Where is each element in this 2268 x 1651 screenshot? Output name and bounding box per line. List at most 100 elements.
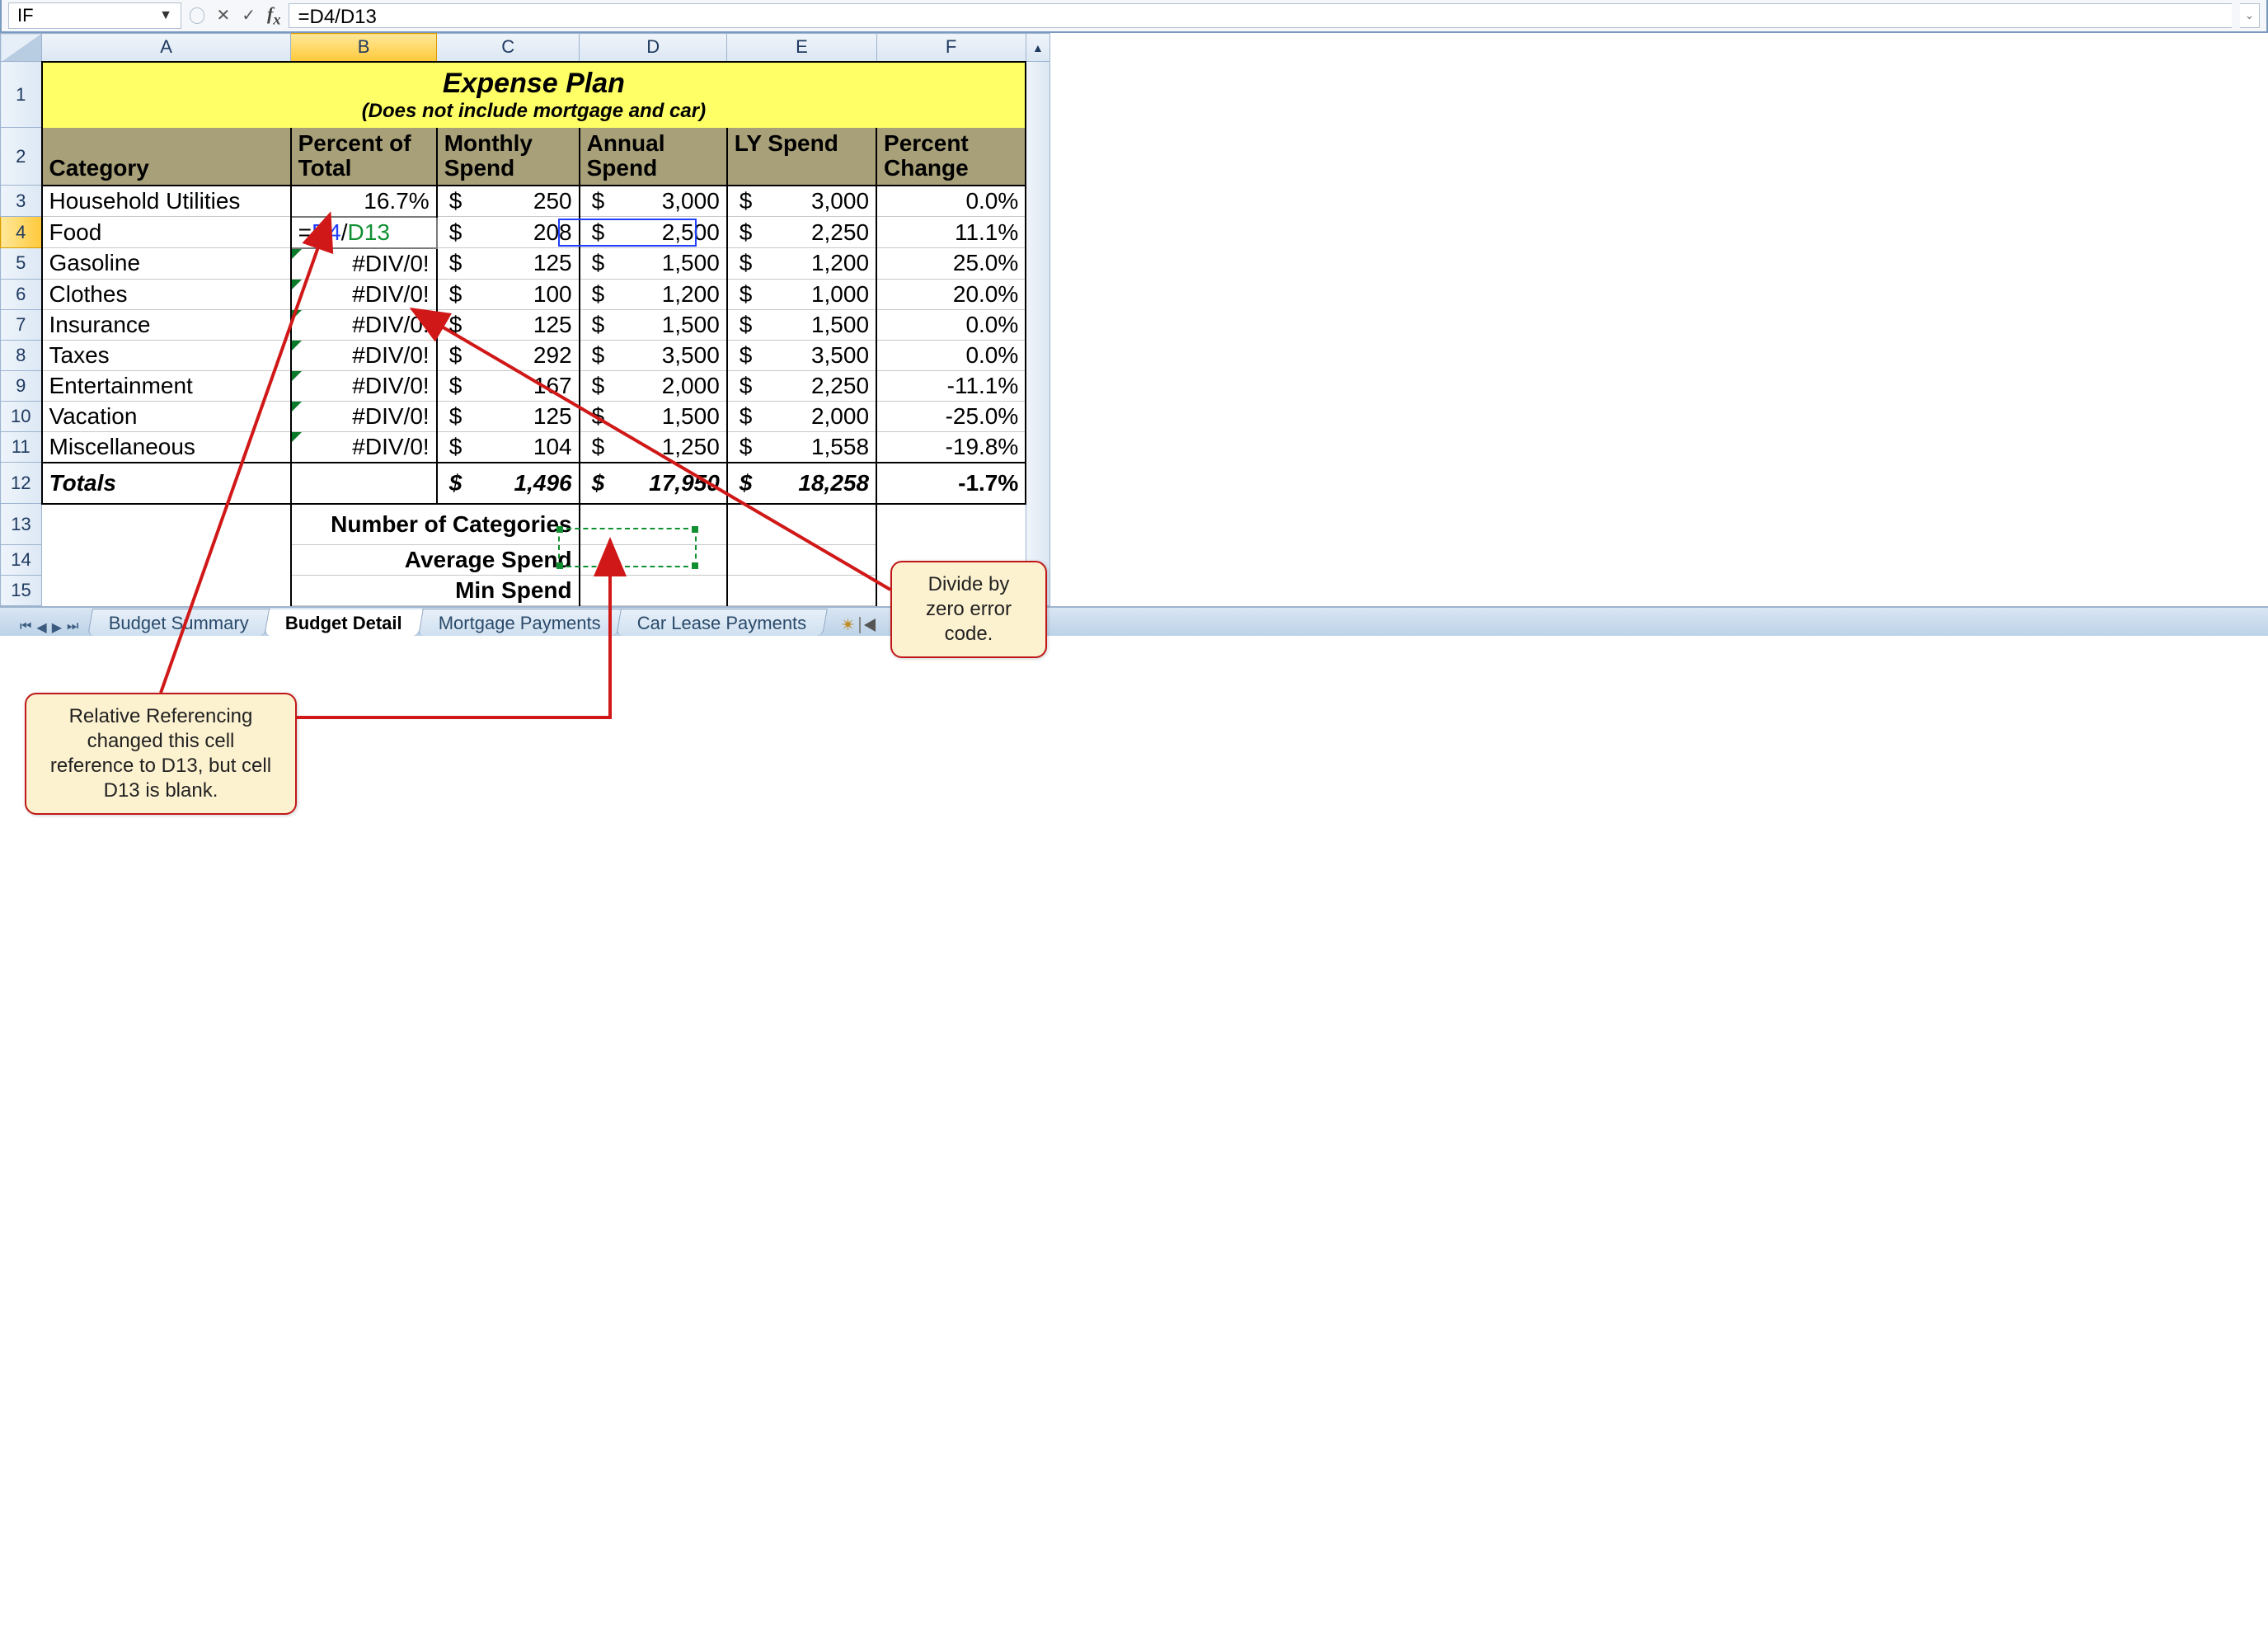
col-header-C[interactable]: C — [437, 34, 580, 62]
row-header-9[interactable]: 9 — [1, 370, 42, 401]
paren-icon[interactable] — [190, 7, 204, 24]
cell-E3[interactable]: $3,000 — [727, 186, 876, 217]
header-category[interactable]: Category — [42, 128, 291, 186]
vertical-scrollbar[interactable] — [1026, 62, 1049, 606]
cell-F8[interactable]: 0.0% — [876, 340, 1026, 370]
cell-BC14[interactable]: Average Spend — [291, 545, 580, 576]
row-header-7[interactable]: 7 — [1, 309, 42, 340]
cell-C8[interactable]: $292 — [437, 340, 580, 370]
cell-F10[interactable]: -25.0% — [876, 401, 1026, 431]
cell-F3[interactable]: 0.0% — [876, 186, 1026, 217]
cell-A14[interactable] — [42, 545, 291, 576]
cell-A10[interactable]: Vacation — [42, 401, 291, 431]
cell-D13[interactable] — [580, 504, 727, 545]
cell-C5[interactable]: $125 — [437, 248, 580, 280]
cell-A5[interactable]: Gasoline — [42, 248, 291, 280]
cancel-icon[interactable]: ✕ — [216, 5, 230, 26]
cell-F6[interactable]: 20.0% — [876, 279, 1026, 309]
tab-mortgage-payments[interactable]: Mortgage Payments — [417, 609, 622, 636]
tab-prev-icon[interactable]: ◀ — [36, 619, 46, 636]
cell-E4[interactable]: $2,250 — [727, 217, 876, 248]
cell-A11[interactable]: Miscellaneous — [42, 431, 291, 463]
cell-D11[interactable]: $1,250 — [580, 431, 727, 463]
col-header-D[interactable]: D — [580, 34, 727, 62]
cell-C9[interactable]: $167 — [437, 370, 580, 401]
cell-A7[interactable]: Insurance — [42, 309, 291, 340]
row-header-2[interactable]: 2 — [1, 128, 42, 186]
row-header-10[interactable]: 10 — [1, 401, 42, 431]
tab-nav-buttons[interactable]: ⏮ ◀ ▶ ⏭ — [8, 619, 90, 636]
cell-C11[interactable]: $104 — [437, 431, 580, 463]
cell-E13[interactable] — [727, 504, 876, 545]
cell-F12[interactable]: -1.7% — [876, 463, 1026, 504]
header-monthly-spend[interactable]: Monthly Spend — [437, 128, 580, 186]
fx-icon[interactable]: fx — [267, 3, 281, 28]
cell-B10[interactable]: #DIV/0! — [291, 401, 437, 431]
cell-A4[interactable]: Food — [42, 217, 291, 248]
row-header-3[interactable]: 3 — [1, 186, 42, 217]
header-percent-total[interactable]: Percent of Total — [291, 128, 437, 186]
col-header-F[interactable]: F — [876, 34, 1026, 62]
cell-A13[interactable] — [42, 504, 291, 545]
tab-next-icon[interactable]: ▶ — [52, 619, 62, 636]
cell-BC13[interactable]: Number of Categories — [291, 504, 580, 545]
cell-D6[interactable]: $1,200 — [580, 279, 727, 309]
formula-input[interactable]: =D4/D13 — [289, 3, 2232, 28]
row-header-12[interactable]: 12 — [1, 463, 42, 504]
cell-E11[interactable]: $1,558 — [727, 431, 876, 463]
row-header-8[interactable]: 8 — [1, 340, 42, 370]
cell-C3[interactable]: $250 — [437, 186, 580, 217]
header-percent-change[interactable]: Percent Change — [876, 128, 1026, 186]
tab-budget-detail[interactable]: Budget Detail — [265, 609, 424, 636]
cell-D3[interactable]: $3,000 — [580, 186, 727, 217]
row-header-6[interactable]: 6 — [1, 279, 42, 309]
cell-C6[interactable]: $100 — [437, 279, 580, 309]
cell-E5[interactable]: $1,200 — [727, 248, 876, 280]
cell-A12[interactable]: Totals — [42, 463, 291, 504]
cell-B7[interactable]: #DIV/0! — [291, 309, 437, 340]
cell-B5[interactable]: #DIV/0! — [291, 248, 437, 280]
cell-E6[interactable]: $1,000 — [727, 279, 876, 309]
spreadsheet-grid[interactable]: A B C D E F ▲ 1 Expense Plan (Does not i… — [0, 33, 1050, 606]
cell-E15[interactable] — [727, 576, 876, 606]
tab-scroll-end[interactable]: ✴ — [841, 614, 876, 636]
cell-D14[interactable] — [580, 545, 727, 576]
cell-E10[interactable]: $2,000 — [727, 401, 876, 431]
cell-F4[interactable]: 11.1% — [876, 217, 1026, 248]
cell-B11[interactable]: #DIV/0! — [291, 431, 437, 463]
title-cell[interactable]: Expense Plan (Does not include mortgage … — [42, 62, 1026, 128]
tab-first-icon[interactable]: ⏮ — [20, 619, 31, 636]
scroll-up-icon[interactable]: ▲ — [1026, 34, 1049, 62]
cell-D10[interactable]: $1,500 — [580, 401, 727, 431]
cell-F7[interactable]: 0.0% — [876, 309, 1026, 340]
cell-C4[interactable]: $208 — [437, 217, 580, 248]
cell-E14[interactable] — [727, 545, 876, 576]
cell-E9[interactable]: $2,250 — [727, 370, 876, 401]
tab-last-icon[interactable]: ⏭ — [67, 619, 78, 636]
name-box[interactable]: IF ▼ — [8, 2, 181, 29]
row-header-11[interactable]: 11 — [1, 431, 42, 463]
cell-D4[interactable]: $2,500 — [580, 217, 727, 248]
cell-D9[interactable]: $2,000 — [580, 370, 727, 401]
cell-A8[interactable]: Taxes — [42, 340, 291, 370]
new-sheet-icon[interactable]: ✴ — [841, 614, 856, 636]
cell-C12[interactable]: $1,496 — [437, 463, 580, 504]
row-header-14[interactable]: 14 — [1, 545, 42, 576]
cell-D12[interactable]: $17,950 — [580, 463, 727, 504]
cell-BC15[interactable]: Min Spend — [291, 576, 580, 606]
row-header-1[interactable]: 1 — [1, 62, 42, 128]
cell-D5[interactable]: $1,500 — [580, 248, 727, 280]
cell-B4-editing[interactable]: =D4/D13 — [291, 217, 437, 248]
cell-E12[interactable]: $18,258 — [727, 463, 876, 504]
cell-B12[interactable] — [291, 463, 437, 504]
cell-E7[interactable]: $1,500 — [727, 309, 876, 340]
cell-C10[interactable]: $125 — [437, 401, 580, 431]
enter-icon[interactable]: ✓ — [242, 5, 256, 26]
expand-formula-bar-icon[interactable]: ⌄ — [2240, 3, 2260, 28]
cell-B6[interactable]: #DIV/0! — [291, 279, 437, 309]
col-header-A[interactable]: A — [42, 34, 291, 62]
cell-D15[interactable] — [580, 576, 727, 606]
cell-A9[interactable]: Entertainment — [42, 370, 291, 401]
row-header-4[interactable]: 4 — [1, 217, 42, 248]
cell-A15[interactable] — [42, 576, 291, 606]
